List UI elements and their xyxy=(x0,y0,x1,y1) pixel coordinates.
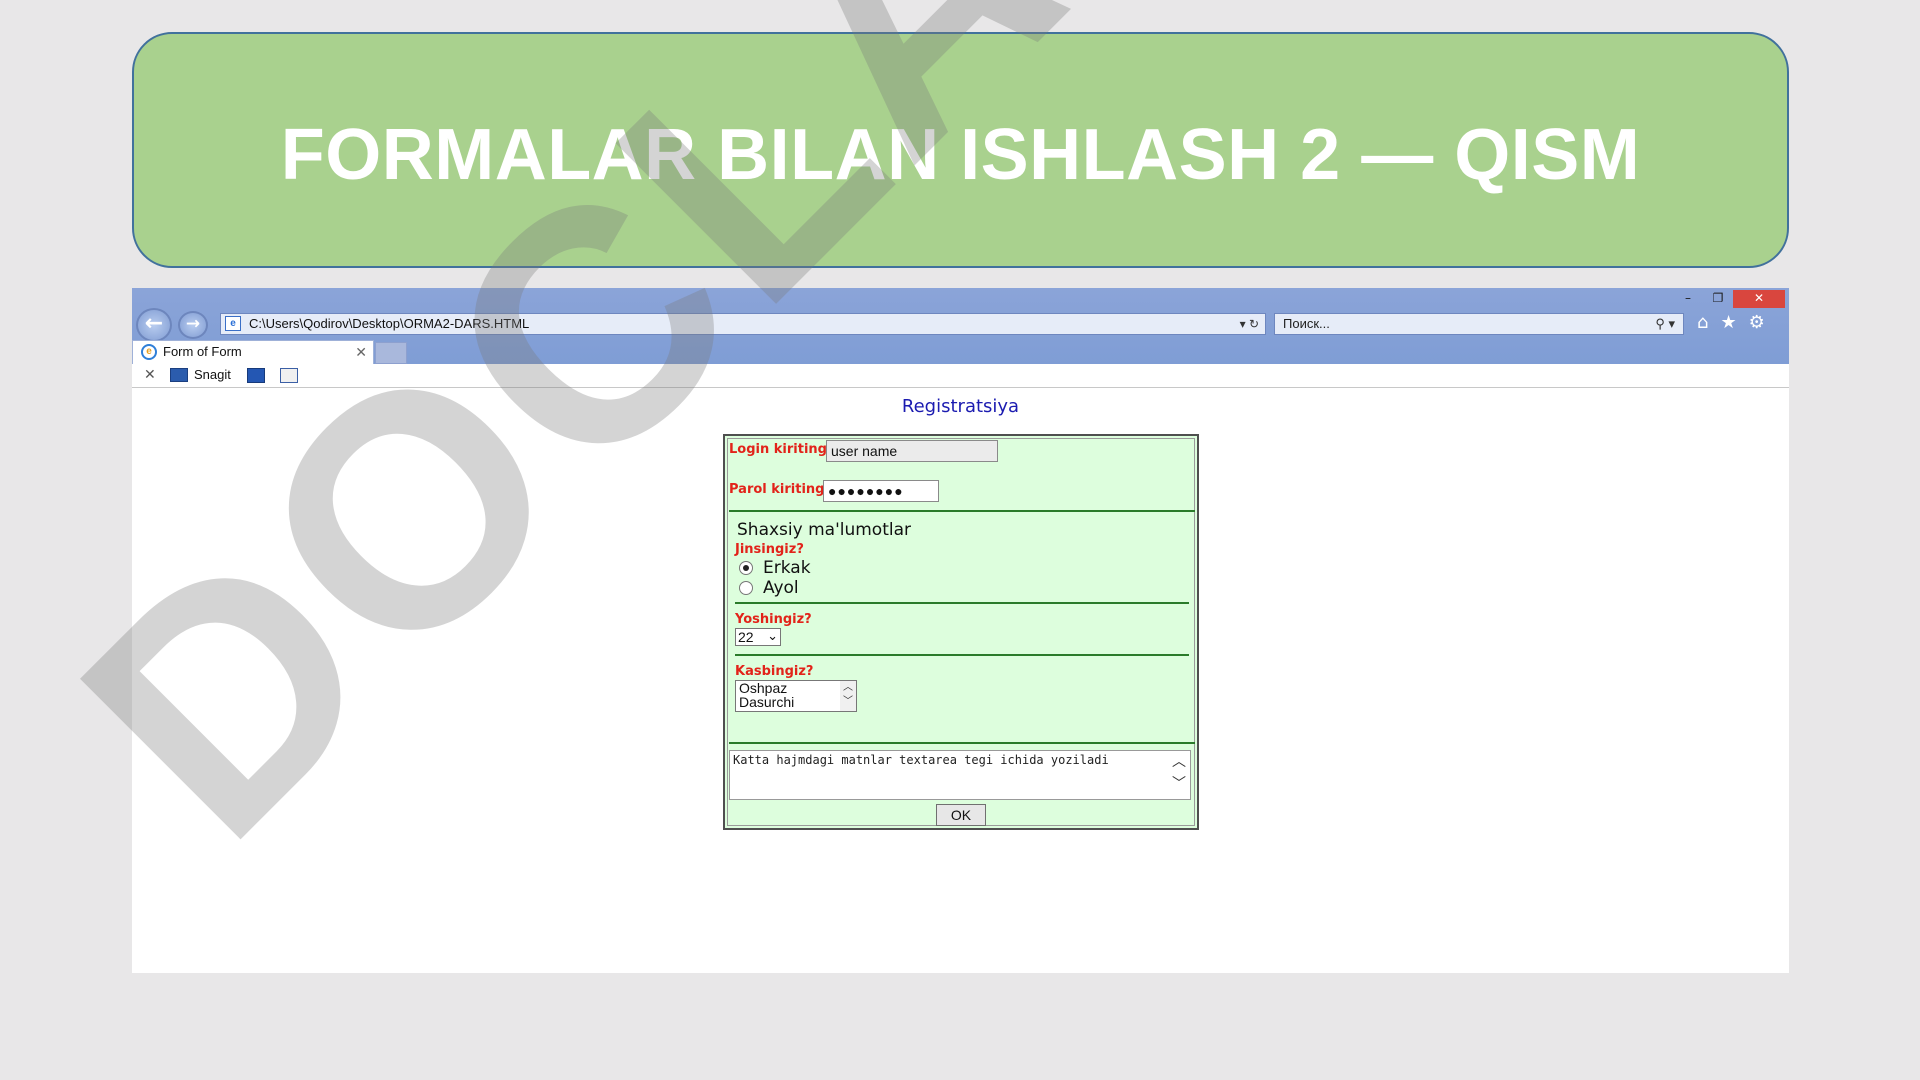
snagit-label[interactable]: Snagit xyxy=(194,367,231,382)
chevron-up-icon[interactable]: ︿ xyxy=(840,681,856,695)
gear-icon[interactable]: ⚙ xyxy=(1749,312,1765,333)
ie-icon: e xyxy=(141,344,157,360)
address-tools[interactable]: ▾ ↻ xyxy=(1240,314,1259,334)
search-input[interactable]: Поиск... ⚲ ▾ xyxy=(1274,313,1684,335)
page-icon: e xyxy=(225,316,241,331)
listbox-scrollbar[interactable]: ︿ ﹀ xyxy=(840,681,856,711)
close-toolbar-icon[interactable]: ✕ xyxy=(144,366,156,383)
address-bar[interactable]: e C:\Users\Qodirov\Desktop\ORMA2-DARS.HT… xyxy=(220,313,1266,335)
refresh-icon[interactable]: ↻ xyxy=(1249,317,1259,331)
login-input[interactable]: user name xyxy=(826,440,998,462)
ok-button[interactable]: OK xyxy=(936,804,986,826)
back-icon[interactable]: ← xyxy=(136,308,172,342)
tab-close-icon[interactable]: ✕ xyxy=(355,341,367,363)
window-capture-icon[interactable] xyxy=(280,368,298,383)
password-input[interactable]: ●●●●●●●● xyxy=(823,480,939,502)
chevron-down-icon[interactable]: ▾ xyxy=(1668,316,1675,331)
age-label: Yoshingiz? xyxy=(735,612,812,627)
title-banner: FORMALAR BILAN ISHLASH 2 — QISM xyxy=(132,32,1789,268)
new-tab-button[interactable] xyxy=(375,342,407,364)
job-label: Kasbingiz? xyxy=(735,664,814,679)
list-item[interactable]: Oshpaz xyxy=(739,681,856,695)
chevron-up-icon[interactable]: ︿ xyxy=(1168,751,1190,773)
tab-form-of-form[interactable]: e Form of Form ✕ xyxy=(132,340,374,364)
divider xyxy=(735,654,1189,656)
divider xyxy=(729,742,1195,744)
gender-label: Jinsingiz? xyxy=(735,542,804,557)
slide-title: FORMALAR BILAN ISHLASH 2 — QISM xyxy=(280,115,1641,195)
chevron-down-icon[interactable]: ⌄ xyxy=(767,628,778,644)
close-window-icon[interactable]: ✕ xyxy=(1733,290,1785,308)
login-label: Login kiriting: xyxy=(729,442,833,457)
age-value: 22 xyxy=(738,629,754,645)
browser-actions: ⌂ ★ ⚙ xyxy=(1697,312,1765,333)
search-tools[interactable]: ⚲ ▾ xyxy=(1655,314,1675,334)
job-listbox[interactable]: Oshpaz Dasurchi ︿ ﹀ xyxy=(735,680,857,712)
search-placeholder: Поиск... xyxy=(1283,316,1330,331)
radio-ayol-button[interactable] xyxy=(739,581,753,595)
browser-chrome: – ❐ ✕ ← → e C:\Users\Qodirov\Desktop\ORM… xyxy=(132,288,1789,364)
fieldset-legend: Shaxsiy ma'lumotlar xyxy=(737,520,911,540)
chevron-down-icon[interactable]: ﹀ xyxy=(840,695,856,709)
age-select[interactable]: 22 ⌄ xyxy=(735,628,781,646)
search-icon[interactable]: ⚲ xyxy=(1655,316,1665,331)
radio-ayol-label: Ayol xyxy=(763,578,799,598)
chevron-down-icon[interactable]: ﹀ xyxy=(1168,773,1190,795)
textarea-scrollbar[interactable]: ︿ ﹀ xyxy=(1168,751,1190,799)
dropdown-icon[interactable]: ▾ xyxy=(1240,317,1246,331)
capture-icon[interactable] xyxy=(247,368,265,383)
home-icon[interactable]: ⌂ xyxy=(1697,312,1708,333)
tab-title: Form of Form xyxy=(163,344,242,359)
radio-erkak-label: Erkak xyxy=(763,558,811,578)
forward-icon[interactable]: → xyxy=(178,311,208,339)
message-textarea[interactable]: Katta hajmdagi matnlar textarea tegi ich… xyxy=(729,750,1191,800)
registration-form: Login kiriting: user name Parol kiriting… xyxy=(723,434,1199,830)
address-text: C:\Users\Qodirov\Desktop\ORMA2-DARS.HTML xyxy=(249,316,530,331)
textarea-text: Katta hajmdagi matnlar textarea tegi ich… xyxy=(733,753,1109,767)
favorites-star-icon[interactable]: ★ xyxy=(1720,312,1736,333)
divider xyxy=(729,510,1195,512)
command-bar: ✕ Snagit xyxy=(132,364,1789,388)
window-controls: – ❐ ✕ xyxy=(1673,290,1785,308)
restore-icon[interactable]: ❐ xyxy=(1703,290,1733,308)
page-heading: Registratsiya xyxy=(901,396,1020,417)
password-label: Parol kiriting: xyxy=(729,482,830,497)
browser-window: – ❐ ✕ ← → e C:\Users\Qodirov\Desktop\ORM… xyxy=(132,288,1789,973)
minimize-icon[interactable]: – xyxy=(1673,290,1703,308)
divider xyxy=(735,602,1189,604)
list-item[interactable]: Dasurchi xyxy=(739,695,856,709)
radio-erkak-button[interactable] xyxy=(739,561,753,575)
snagit-icon[interactable] xyxy=(170,368,188,382)
